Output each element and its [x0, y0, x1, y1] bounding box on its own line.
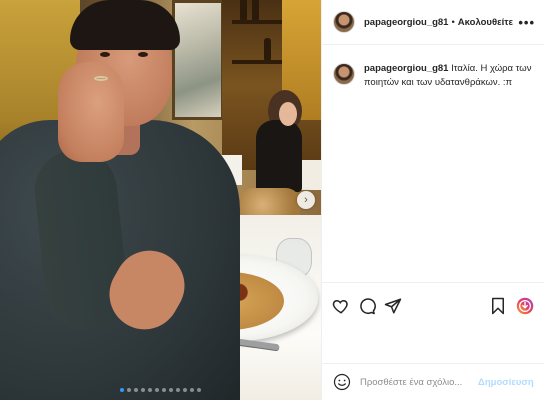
photo-man-hair	[70, 0, 180, 50]
carousel-dot	[190, 388, 194, 392]
header-username[interactable]: papageorgiou_g81	[364, 17, 448, 28]
chevron-right-icon: ›	[304, 193, 308, 206]
photo-man-eye	[138, 52, 148, 57]
post-header: papageorgiou_g81 • Ακολουθείτε •••	[322, 0, 544, 45]
photo-woman	[256, 120, 302, 192]
carousel-indicator	[0, 388, 321, 392]
comment-input[interactable]	[360, 376, 472, 388]
heart-icon[interactable]	[332, 297, 350, 315]
header-separator: •	[451, 16, 455, 28]
badge-icon[interactable]	[516, 297, 534, 315]
carousel-next-button[interactable]: ›	[297, 191, 315, 209]
caption-text: papageorgiou_g81 Ιταλία. Η χώρα των ποιη…	[364, 62, 533, 90]
caption-avatar[interactable]	[333, 63, 355, 85]
more-options-icon[interactable]: •••	[518, 15, 535, 30]
carousel-dot	[141, 388, 145, 392]
photo-bottle	[240, 0, 247, 20]
carousel-dot	[148, 388, 152, 392]
post-caption: papageorgiou_g81 Ιταλία. Η χώρα των ποιη…	[333, 62, 533, 90]
carousel-dot	[197, 388, 201, 392]
photo-man-hand	[58, 62, 124, 162]
photo-bottle	[252, 0, 259, 20]
carousel-dot	[134, 388, 138, 392]
post-sidebar: papageorgiou_g81 • Ακολουθείτε ••• papag…	[321, 0, 544, 400]
photo-ring	[94, 76, 108, 81]
action-bar	[322, 282, 544, 328]
carousel-dot	[162, 388, 166, 392]
carousel-dot	[127, 388, 131, 392]
send-icon[interactable]	[384, 297, 402, 315]
following-button[interactable]: Ακολουθείτε	[458, 17, 513, 28]
bookmark-icon[interactable]	[489, 297, 507, 315]
carousel-dot	[183, 388, 187, 392]
carousel-dot	[120, 388, 124, 392]
carousel-dot	[155, 388, 159, 392]
caption-username[interactable]: papageorgiou_g81	[364, 63, 448, 74]
carousel-dot	[169, 388, 173, 392]
photo-painting	[172, 0, 224, 120]
post-photo[interactable]: ›	[0, 0, 321, 400]
photo-woman-face	[279, 102, 297, 126]
comment-icon[interactable]	[358, 297, 376, 315]
photo-bottle	[264, 38, 271, 60]
comment-bar: Δημοσίευση	[322, 363, 544, 400]
carousel-dot	[176, 388, 180, 392]
post-comment-button[interactable]: Δημοσίευση	[478, 377, 534, 388]
photo-man-eye	[100, 52, 110, 57]
avatar[interactable]	[333, 11, 355, 33]
smiley-icon[interactable]	[333, 373, 351, 391]
